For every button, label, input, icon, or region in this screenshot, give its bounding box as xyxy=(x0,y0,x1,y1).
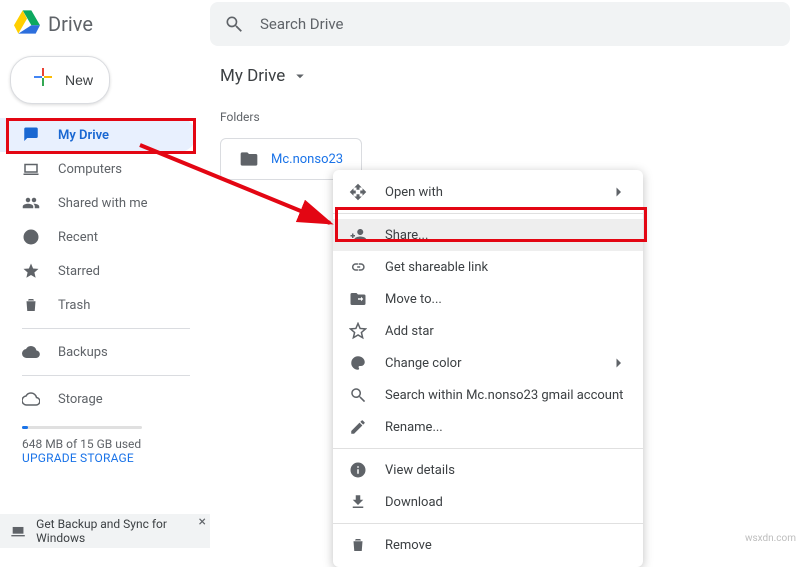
ctx-label: Rename... xyxy=(385,420,627,435)
folder-icon xyxy=(239,149,259,169)
ctx-label: Remove xyxy=(385,538,627,553)
share-icon xyxy=(349,226,367,244)
ctx-add-star[interactable]: Add star xyxy=(333,315,643,347)
ctx-search-within[interactable]: Search within Mc.nonso23 gmail account xyxy=(333,379,643,411)
rename-icon xyxy=(349,418,367,436)
ctx-download[interactable]: Download xyxy=(333,486,643,518)
computers-icon xyxy=(22,160,40,178)
ctx-shareable-link[interactable]: Get shareable link xyxy=(333,251,643,283)
ctx-label: Download xyxy=(385,495,627,510)
sidebar-item-label: Backups xyxy=(58,345,108,360)
ctx-share[interactable]: Share... xyxy=(333,219,643,251)
sidebar-item-label: Starred xyxy=(58,264,100,279)
watermark: wsxdn.com xyxy=(745,533,796,544)
storage-progress-bar xyxy=(22,426,142,429)
sidebar-item-label: Storage xyxy=(58,392,103,407)
logo-area: Drive xyxy=(0,10,210,38)
ctx-remove[interactable]: Remove xyxy=(333,529,643,561)
search-bar[interactable]: Search Drive xyxy=(210,2,790,46)
ctx-view-details[interactable]: View details xyxy=(333,454,643,486)
chevron-right-icon xyxy=(609,354,627,372)
chevron-right-icon xyxy=(609,183,627,201)
breadcrumb[interactable]: My Drive xyxy=(220,66,780,86)
info-icon xyxy=(349,461,367,479)
ctx-label: Share... xyxy=(385,228,627,243)
sidebar: New My Drive Computers Shared with me Re… xyxy=(0,48,210,514)
ctx-label: View details xyxy=(385,463,627,478)
ctx-rename[interactable]: Rename... xyxy=(333,411,643,443)
plus-icon xyxy=(31,65,55,95)
move-icon xyxy=(349,290,367,308)
ctx-label: Change color xyxy=(385,356,591,371)
sidebar-item-backups[interactable]: Backups xyxy=(0,335,196,369)
download-icon xyxy=(349,493,367,511)
drive-icon xyxy=(22,126,40,144)
search-icon xyxy=(224,14,244,34)
app-brand: Drive xyxy=(48,12,93,36)
ctx-move-to[interactable]: Move to... xyxy=(333,283,643,315)
banner-text: Get Backup and Sync for Windows xyxy=(36,517,200,545)
sidebar-item-starred[interactable]: Starred xyxy=(0,254,196,288)
app-header: Drive Search Drive xyxy=(0,0,800,48)
ctx-label: Open with xyxy=(385,185,591,200)
upgrade-storage-link[interactable]: UPGRADE STORAGE xyxy=(22,451,134,465)
ctx-label: Move to... xyxy=(385,292,627,307)
recent-icon xyxy=(22,228,40,246)
ctx-label: Add star xyxy=(385,324,627,339)
backup-sync-banner[interactable]: Get Backup and Sync for Windows × xyxy=(0,514,210,548)
sidebar-item-computers[interactable]: Computers xyxy=(0,152,196,186)
sidebar-item-label: Shared with me xyxy=(58,196,148,211)
palette-icon xyxy=(349,354,367,372)
search-placeholder: Search Drive xyxy=(260,15,344,33)
star-icon xyxy=(22,262,40,280)
sidebar-item-label: Recent xyxy=(58,230,98,245)
sidebar-item-my-drive[interactable]: My Drive xyxy=(0,118,196,152)
sidebar-item-label: Trash xyxy=(58,298,90,313)
sidebar-item-shared[interactable]: Shared with me xyxy=(0,186,196,220)
backups-icon xyxy=(22,343,40,361)
close-icon[interactable]: × xyxy=(199,514,206,530)
breadcrumb-label: My Drive xyxy=(220,66,285,86)
shared-icon xyxy=(22,194,40,212)
sidebar-item-recent[interactable]: Recent xyxy=(0,220,196,254)
storage-used-text: 648 MB of 15 GB used xyxy=(22,437,188,451)
device-icon xyxy=(10,522,26,540)
remove-icon xyxy=(349,536,367,554)
ctx-change-color[interactable]: Change color xyxy=(333,347,643,379)
open-with-icon xyxy=(349,183,367,201)
section-header-folders: Folders xyxy=(220,110,780,124)
sidebar-item-label: My Drive xyxy=(58,128,109,143)
folder-name: Mc.nonso23 xyxy=(271,152,343,167)
ctx-open-with[interactable]: Open with xyxy=(333,176,643,208)
link-icon xyxy=(349,258,367,276)
sidebar-item-storage[interactable]: Storage xyxy=(0,382,196,416)
sidebar-item-trash[interactable]: Trash xyxy=(0,288,196,322)
storage-section: 648 MB of 15 GB used UPGRADE STORAGE xyxy=(0,416,210,469)
new-button[interactable]: New xyxy=(10,56,110,104)
new-button-label: New xyxy=(65,72,93,88)
drive-logo-icon xyxy=(14,10,40,38)
chevron-down-icon xyxy=(291,67,309,85)
ctx-label: Search within Mc.nonso23 gmail account xyxy=(385,388,627,403)
context-menu: Open with Share... Get shareable link Mo… xyxy=(333,170,643,567)
search-within-icon xyxy=(349,386,367,404)
trash-icon xyxy=(22,296,40,314)
ctx-label: Get shareable link xyxy=(385,260,627,275)
sidebar-item-label: Computers xyxy=(58,162,122,177)
star-outline-icon xyxy=(349,322,367,340)
cloud-icon xyxy=(22,390,40,408)
